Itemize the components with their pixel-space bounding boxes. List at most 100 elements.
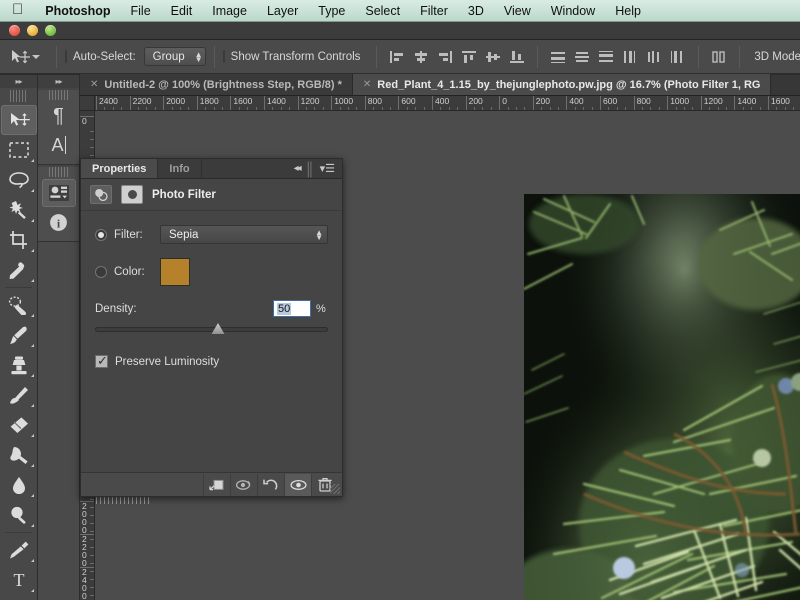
distribute-bottom-edges-icon[interactable] <box>594 45 618 69</box>
align-horizontal-centers-icon[interactable] <box>409 45 433 69</box>
panel-group-grip[interactable] <box>48 90 69 100</box>
ruler-subtick <box>90 523 94 524</box>
menu-item-edit[interactable]: Edit <box>161 0 203 22</box>
ruler-subtick <box>457 107 459 110</box>
distribute-left-edges-icon[interactable] <box>618 45 642 69</box>
color-radio[interactable] <box>95 266 107 278</box>
document-tab-red-plant[interactable]: ✕ Red_Plant_4_1.15_by_thejunglephoto.pw.… <box>352 74 772 95</box>
clone-stamp-tool[interactable] <box>1 350 37 380</box>
align-left-edges-icon[interactable] <box>385 45 409 69</box>
gradient-tool[interactable] <box>1 440 37 470</box>
align-bottom-edges-icon[interactable] <box>505 45 529 69</box>
tab-properties[interactable]: Properties <box>81 159 159 178</box>
character-panel-icon[interactable]: A <box>42 131 76 159</box>
minimize-window-button[interactable] <box>27 25 38 36</box>
ruler-subtick <box>90 571 94 572</box>
ruler-subtick <box>390 107 391 110</box>
history-brush-tool[interactable] <box>1 380 37 410</box>
dodge-tool[interactable] <box>1 500 37 530</box>
panel-resize-handle[interactable] <box>330 484 340 494</box>
pen-tool[interactable] <box>1 535 37 565</box>
auto-align-layers-icon[interactable] <box>707 45 731 69</box>
ruler-subtick <box>415 107 417 110</box>
show-transform-controls-checkbox[interactable] <box>222 50 225 63</box>
filter-radio[interactable] <box>95 228 107 241</box>
menu-item-view[interactable]: View <box>494 0 541 22</box>
path-selection-tool[interactable] <box>1 595 37 600</box>
properties-panel-icon[interactable] <box>41 179 76 207</box>
distribute-vertical-centers-icon[interactable] <box>570 45 594 69</box>
menu-item-photoshop[interactable]: Photoshop <box>35 0 120 22</box>
collapse-to-icons-icon[interactable]: ◂◂ <box>294 163 302 174</box>
reset-adjustment-button[interactable] <box>257 473 284 496</box>
menu-item-filter[interactable]: Filter <box>410 0 458 22</box>
eyedropper-tool[interactable] <box>1 255 37 285</box>
tool-preset-chevron-down-icon[interactable] <box>32 54 40 59</box>
panel-group-grip[interactable] <box>48 167 69 177</box>
align-right-edges-icon[interactable] <box>433 45 457 69</box>
document-tab-untitled-2[interactable]: ✕ Untitled-2 @ 100% (Brightness Step, RG… <box>80 74 353 95</box>
align-top-edges-icon[interactable] <box>457 45 481 69</box>
tab-info[interactable]: Info <box>158 159 202 178</box>
move-tool-icon[interactable] <box>10 45 30 69</box>
expand-panel-icon[interactable]: ▸▸ <box>38 75 79 88</box>
auto-select-scope-select[interactable]: Group ▲ ▼ <box>143 47 206 66</box>
panel-menu-icon[interactable]: ▾☰ <box>320 162 335 175</box>
red-plant-juniper-photo[interactable] <box>524 194 800 600</box>
magic-wand-tool[interactable] <box>1 195 37 225</box>
brush-tool[interactable] <box>1 320 37 350</box>
zoom-window-button[interactable] <box>45 25 56 36</box>
density-row: Density: 50 % <box>95 300 328 317</box>
tools-panel-grip[interactable] <box>9 90 28 102</box>
density-slider[interactable] <box>95 321 328 339</box>
toggle-layer-visibility-button[interactable] <box>284 473 311 496</box>
apple-icon[interactable]:  <box>8 2 35 19</box>
distribute-top-edges-icon[interactable] <box>546 45 570 69</box>
auto-select-checkbox[interactable] <box>65 50 67 63</box>
ruler-subtick <box>322 107 324 110</box>
expand-panel-icon[interactable]: ▸▸ <box>0 75 37 88</box>
ruler-origin-corner[interactable] <box>80 96 95 111</box>
close-window-button[interactable] <box>9 25 20 36</box>
info-panel-icon[interactable]: i <box>42 208 76 236</box>
color-row: Color: <box>95 258 328 286</box>
ruler-subtick <box>90 139 94 140</box>
menu-item-type[interactable]: Type <box>308 0 355 22</box>
density-slider-track <box>95 327 328 332</box>
crop-tool[interactable] <box>1 225 37 255</box>
menu-item-image[interactable]: Image <box>202 0 257 22</box>
menu-item-3d[interactable]: 3D <box>458 0 494 22</box>
density-input[interactable]: 50 <box>273 300 311 317</box>
close-icon[interactable]: ✕ <box>90 79 98 90</box>
spot-healing-brush-tool[interactable] <box>1 290 37 320</box>
align-vertical-centers-icon[interactable] <box>481 45 505 69</box>
eraser-tool[interactable] <box>1 410 37 440</box>
distribute-right-edges-icon[interactable] <box>666 45 690 69</box>
clip-to-layer-button[interactable] <box>203 473 230 496</box>
menu-item-layer[interactable]: Layer <box>257 0 308 22</box>
view-previous-state-button[interactable] <box>230 473 257 496</box>
ruler-subtick <box>591 107 593 110</box>
move-tool[interactable] <box>0 105 37 135</box>
paragraph-panel-icon[interactable]: ¶ <box>42 102 76 130</box>
photo-filter-adjustment-icon[interactable] <box>90 185 112 204</box>
preserve-luminosity-checkbox[interactable] <box>95 353 108 369</box>
layer-mask-icon[interactable] <box>121 185 143 204</box>
distribute-horizontal-centers-icon[interactable] <box>642 45 666 69</box>
menu-item-window[interactable]: Window <box>541 0 605 22</box>
horizontal-ruler[interactable]: 2400 2200 2000 1800 1600 1400 1200 1000 800 600 40… <box>80 96 800 111</box>
lasso-tool[interactable] <box>1 165 37 195</box>
horizontal-type-tool[interactable]: T <box>1 565 37 595</box>
ruler-subtick <box>751 107 753 110</box>
menu-item-file[interactable]: File <box>121 0 161 22</box>
menu-item-help[interactable]: Help <box>605 0 651 22</box>
close-icon[interactable]: ✕ <box>363 79 371 90</box>
color-swatch[interactable] <box>160 258 190 286</box>
ruler-subtick <box>138 107 139 110</box>
preserve-luminosity-row[interactable]: Preserve Luminosity <box>95 353 328 369</box>
ruler-subtick <box>90 539 94 540</box>
filter-select[interactable]: Sepia ▲ ▼ <box>160 225 328 244</box>
blur-tool[interactable] <box>1 470 37 500</box>
rectangular-marquee-tool[interactable] <box>1 135 37 165</box>
menu-item-select[interactable]: Select <box>355 0 410 22</box>
